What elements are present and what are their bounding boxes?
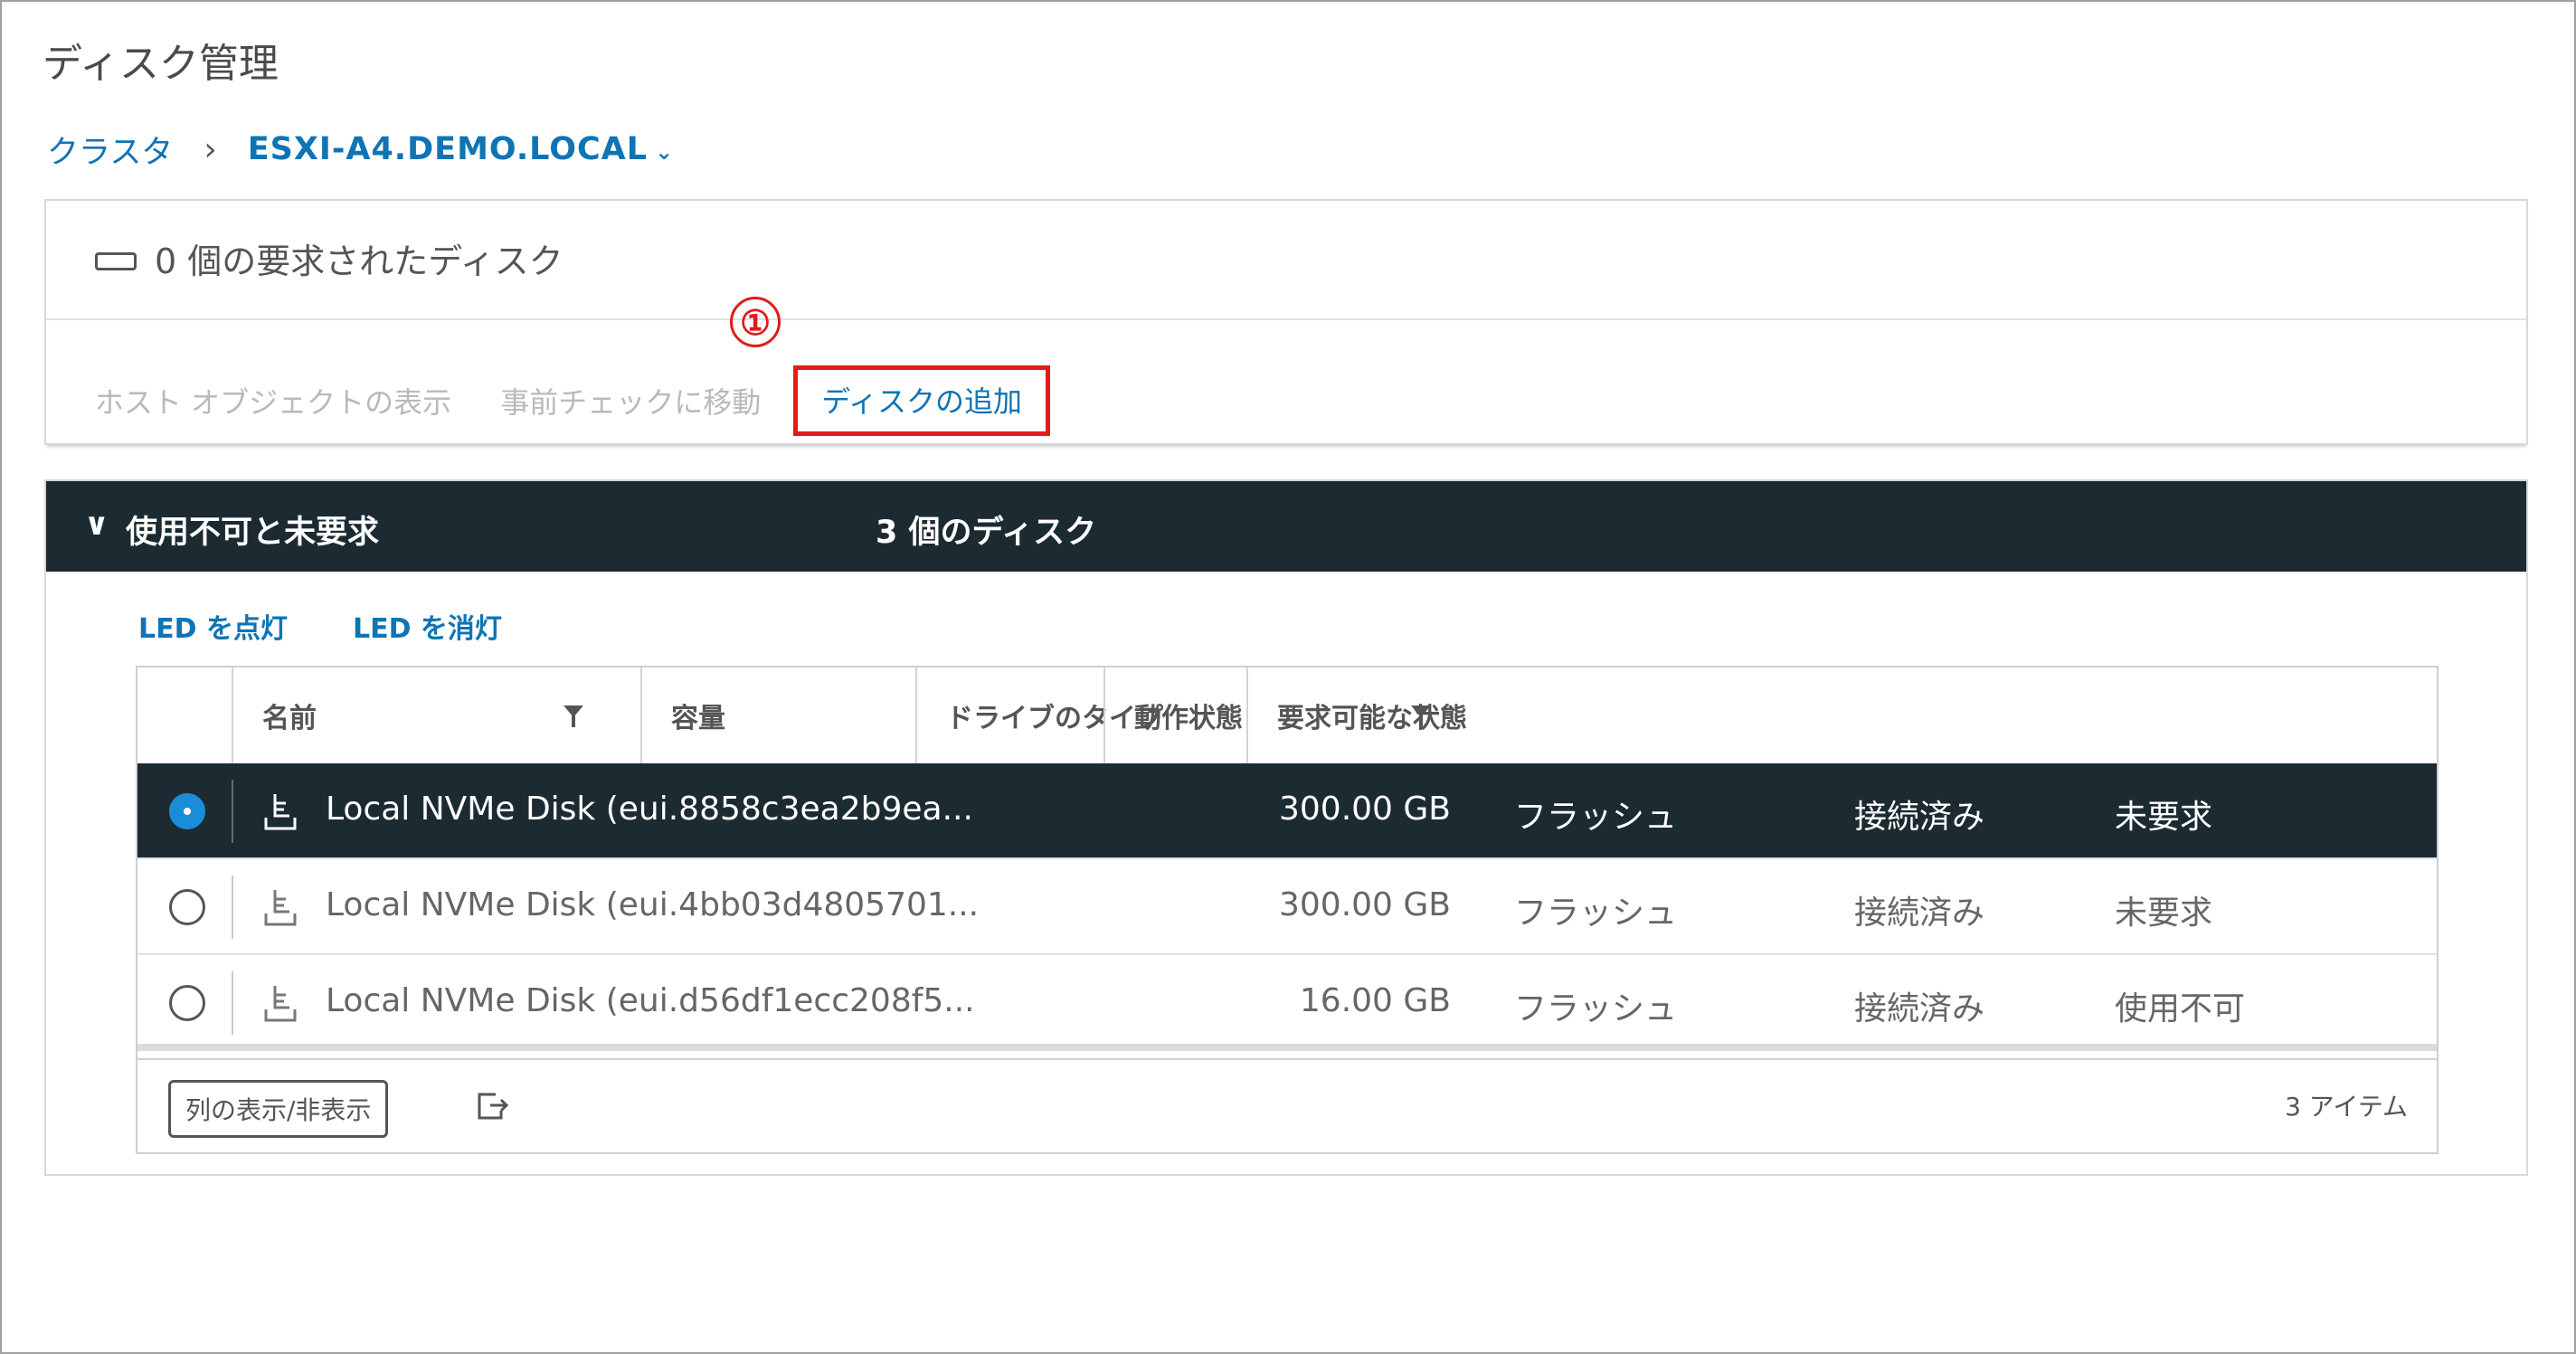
filter-icon[interactable] [564, 705, 583, 727]
disk-name: Local NVMe Disk (eui.d56df1ecc208f5... [326, 982, 975, 1019]
row-radio-button[interactable] [169, 793, 205, 829]
card-divider [46, 318, 2526, 320]
disk-operational-state: 接続済み [1854, 895, 1985, 932]
claimed-disks-text: 0 個の要求されたディスク [155, 241, 564, 281]
show-host-objects-button[interactable]: ホスト オブジェクトの表示 [95, 380, 451, 421]
disk-capacity: 300.00 GB [1278, 791, 1451, 828]
storage-device-icon [264, 890, 297, 926]
disk-actions-bar: ホスト オブジェクトの表示 事前チェックに移動 ディスクの追加 [95, 365, 1050, 436]
disk-grid: 名前 容量 ドライブのタイプ 動作状態 要求可能な状態 Local NVMe D… [136, 666, 2439, 1154]
column-header-operational-state[interactable]: 動作状態 [1105, 668, 1246, 763]
disk-operational-state: 接続済み [1854, 990, 1985, 1027]
section-disk-count: 3 個のディスク [876, 515, 1097, 551]
row-divider [232, 971, 233, 1035]
disk-capacity: 300.00 GB [1278, 886, 1451, 923]
column-header-capacity-label: 容量 [671, 703, 725, 734]
table-row[interactable]: Local NVMe Disk (eui.8858c3ea2b9ea... 30… [137, 763, 2437, 859]
add-disk-button[interactable]: ディスクの追加 [793, 365, 1050, 436]
row-divider [232, 876, 233, 939]
row-radio-button[interactable] [169, 985, 205, 1021]
column-header-drive-type[interactable]: ドライブのタイプ [917, 668, 1163, 763]
led-off-button[interactable]: LED を消灯 [353, 606, 502, 646]
annotation-marker-1: ① [730, 297, 781, 347]
grid-header: 名前 容量 ドライブのタイプ 動作状態 要求可能な状態 [137, 668, 2437, 763]
breadcrumb-host-dropdown[interactable]: ESXI-A4.DEMO.LOCAL ⌄ [248, 131, 674, 167]
disk-name: Local NVMe Disk (eui.8858c3ea2b9ea... [326, 791, 973, 828]
led-on-button[interactable]: LED を点灯 [138, 606, 288, 646]
led-actions: LED を点灯 LED を消灯 [138, 606, 567, 646]
filter-icon[interactable] [1411, 705, 1431, 727]
page-title: ディスク管理 [43, 41, 279, 87]
breadcrumb: クラスタ › ESXI-A4.DEMO.LOCAL ⌄ [47, 127, 674, 172]
column-header-name-label: 名前 [262, 703, 317, 734]
grid-footer: 列の表示/非表示 3 アイテム [137, 1058, 2437, 1156]
disk-operational-state: 接続済み [1854, 799, 1985, 836]
table-row[interactable]: Local NVMe Disk (eui.4bb03d4805701... 30… [137, 859, 2437, 955]
export-icon[interactable] [472, 1085, 510, 1123]
breadcrumb-separator-icon: › [204, 130, 217, 168]
go-to-precheck-button[interactable]: 事前チェックに移動 [500, 380, 761, 421]
claimed-disks-card: 0 個の要求されたディスク ホスト オブジェクトの表示 事前チェックに移動 ディ… [44, 199, 2528, 445]
table-row[interactable]: Local NVMe Disk (eui.d56df1ecc208f5... 1… [137, 955, 2437, 1051]
column-header-claim-state-label: 要求可能な状態 [1277, 703, 1467, 734]
unclaimed-section-card: ∨ 使用不可と未要求 3 個のディスク LED を点灯 LED を消灯 名前 容… [44, 479, 2528, 1176]
section-header[interactable]: ∨ 使用不可と未要求 3 個のディスク [46, 481, 2526, 572]
section-label: 使用不可と未要求 [126, 515, 380, 551]
column-toggle-button[interactable]: 列の表示/非表示 [168, 1080, 389, 1138]
chevron-down-icon[interactable]: ∨ [84, 507, 109, 543]
row-divider [232, 780, 233, 843]
disk-drive-type: フラッシュ [1514, 799, 1678, 836]
disk-claim-state: 未要求 [2115, 799, 2213, 836]
disk-claim-state: 使用不可 [2115, 990, 2246, 1027]
disk-icon [95, 251, 137, 270]
disk-name: Local NVMe Disk (eui.4bb03d4805701... [326, 886, 980, 923]
disk-drive-type: フラッシュ [1514, 990, 1678, 1027]
storage-device-icon [264, 794, 297, 830]
column-header-capacity[interactable]: 容量 [642, 668, 915, 763]
column-header-operational-state-label: 動作状態 [1134, 703, 1243, 734]
disk-drive-type: フラッシュ [1514, 895, 1678, 932]
item-count: 3 アイテム [2285, 1092, 2408, 1122]
row-radio-button[interactable] [169, 889, 205, 925]
storage-device-icon [264, 986, 297, 1022]
breadcrumb-host-label: ESXI-A4.DEMO.LOCAL [247, 131, 649, 167]
breadcrumb-cluster-link[interactable]: クラスタ [47, 127, 173, 173]
claimed-disks-summary: 0 個の要求されたディスク [95, 233, 564, 283]
chevron-down-icon: ⌄ [655, 139, 675, 165]
disk-capacity: 16.00 GB [1299, 982, 1451, 1019]
disk-claim-state: 未要求 [2115, 895, 2213, 932]
